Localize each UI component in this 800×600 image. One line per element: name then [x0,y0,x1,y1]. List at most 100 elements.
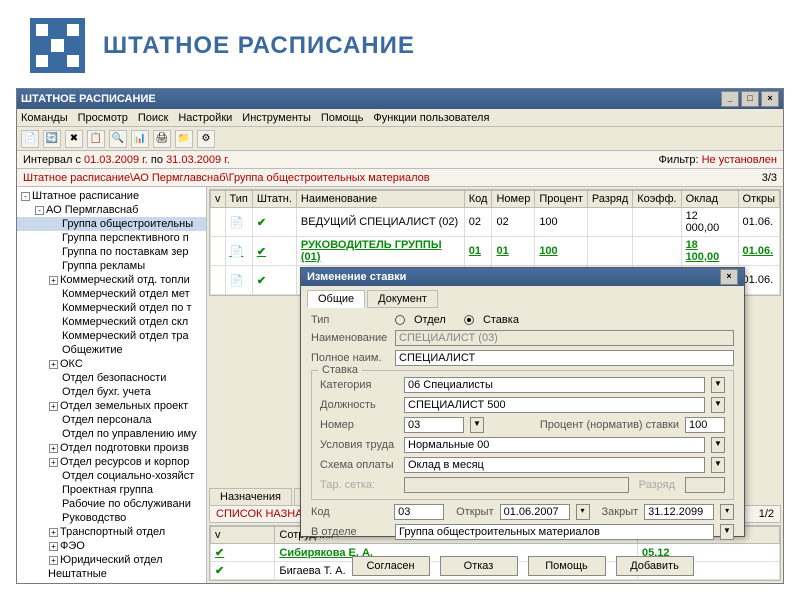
tree-node[interactable]: +Отдел подготовки произв [17,441,206,455]
tree-node[interactable]: +Транспортный отдел [17,525,206,539]
open-label: Открыт [456,506,493,518]
column-header[interactable]: Процент [535,191,588,208]
window-title: ШТАТНОЕ РАСПИСАНИЕ [21,93,156,105]
calendar-icon[interactable]: ▾ [720,504,734,520]
table-row[interactable]: 📄✔РУКОВОДИТЕЛЬ ГРУППЫ (01)010110018 100,… [211,237,780,266]
tree-node[interactable]: Группа по поставкам зер [17,245,206,259]
toolbar-button[interactable]: ✖ [65,130,83,148]
tree-node[interactable]: Коммерческий отдел скл [17,315,206,329]
tree-node[interactable]: +ОКС [17,357,206,371]
dropdown-icon[interactable]: ▼ [711,377,725,393]
tree-node[interactable]: +Отдел земельных проект [17,399,206,413]
close-date-input[interactable]: 31.12.2099 [644,504,714,520]
number-input[interactable]: 03 [404,417,464,433]
tree-node[interactable]: -АО Пермглавснаб [17,203,206,217]
toolbar-button[interactable]: 📄 [21,130,39,148]
menu-item[interactable]: Поиск [138,112,168,124]
tree-node[interactable]: +Коммерческий отд. топли [17,273,206,287]
fullname-input[interactable]: СПЕЦИАЛИСТ [395,350,734,366]
tree-node[interactable]: +Отдел ресурсов и корпор [17,455,206,469]
dialog-titlebar[interactable]: Изменение ставки × [301,268,744,286]
payment-label: Схема оплаты [320,459,398,471]
percent-input[interactable]: 100 [685,417,725,433]
dropdown-icon[interactable]: ▼ [711,437,725,453]
dropdown-icon[interactable]: ▼ [720,524,734,540]
column-header[interactable]: Штатн. [252,191,296,208]
conditions-input[interactable]: Нормальные 00 [404,437,705,453]
maximize-button[interactable]: □ [741,91,759,107]
close-label: Закрыт [596,506,639,518]
dropdown-icon[interactable]: ▼ [711,397,725,413]
menu-item[interactable]: Настройки [178,112,232,124]
titlebar[interactable]: ШТАТНОЕ РАСПИСАНИЕ _ □ × [17,89,783,109]
payment-input[interactable]: Оклад в месяц [404,457,705,473]
radio-dept[interactable] [395,315,405,325]
dropdown-icon[interactable]: ▼ [470,417,484,433]
tree-node[interactable]: Группа общестроительны [17,217,206,231]
column-header[interactable]: v [211,527,275,544]
table-row[interactable]: 📄✔ВЕДУЩИЙ СПЕЦИАЛИСТ (02)020210012 000,0… [211,208,780,237]
tree-node[interactable]: Проектная группа [17,483,206,497]
menu-item[interactable]: Инструменты [242,112,311,124]
toolbar-button[interactable]: 🔍 [109,130,127,148]
ok-button[interactable]: Согласен [352,556,430,576]
column-header[interactable]: Оклад [681,191,738,208]
tree-node[interactable]: Отдел по управлению иму [17,427,206,441]
toolbar-button[interactable]: 🔄 [43,130,61,148]
column-header[interactable]: v [211,191,226,208]
add-button[interactable]: Добавить [616,556,694,576]
tree-node[interactable]: +Юридический отдел [17,553,206,567]
help-button[interactable]: Помощь [528,556,606,576]
close-button[interactable]: × [761,91,779,107]
menu-item[interactable]: Просмотр [78,112,128,124]
toolbar-button[interactable]: ⚙ [197,130,215,148]
rate-dialog: Изменение ставки × Общие Документ Тип От… [300,267,745,537]
open-date-input[interactable]: 01.06.2007 [500,504,570,520]
column-header[interactable]: Разряд [587,191,632,208]
dialog-tab-document[interactable]: Документ [367,290,438,308]
dialog-tab-general[interactable]: Общие [307,290,365,308]
position-label: Должность [320,399,398,411]
tree-node[interactable]: Нештатные [17,567,206,581]
column-header[interactable]: Откры [738,191,779,208]
toolbar-button[interactable]: 📋 [87,130,105,148]
column-header[interactable]: Код [464,191,492,208]
category-input[interactable]: 06 Специалисты [404,377,705,393]
cancel-button[interactable]: Отказ [440,556,518,576]
calendar-icon[interactable]: ▾ [576,504,590,520]
dialog-close-button[interactable]: × [720,269,738,285]
tree-node[interactable]: Группа перспективного п [17,231,206,245]
tree-node[interactable]: Руководство [17,511,206,525]
tree-node[interactable]: Коммерческий отдел по т [17,301,206,315]
toolbar-button[interactable]: 🖨 [153,130,171,148]
column-header[interactable]: Тип [225,191,252,208]
column-header[interactable]: Наименование [296,191,464,208]
tree-node[interactable]: Коммерческий отдел тра [17,329,206,343]
tree-node[interactable]: Общежитие [17,343,206,357]
tree-node[interactable]: +ФЭО [17,539,206,553]
column-header[interactable]: Номер [492,191,535,208]
toolbar-button[interactable]: 📊 [131,130,149,148]
tab-assignments[interactable]: Назначения [209,488,292,505]
position-input[interactable]: СПЕЦИАЛИСТ 500 [404,397,705,413]
tree-node[interactable]: Отдел безопасности [17,371,206,385]
menu-item[interactable]: Команды [21,112,68,124]
dropdown-icon[interactable]: ▼ [711,457,725,473]
minimize-button[interactable]: _ [721,91,739,107]
menu-item[interactable]: Функции пользователя [373,112,489,124]
tree-node[interactable]: Отдел персонала [17,413,206,427]
tree-node[interactable]: Коммерческий отдел мет [17,287,206,301]
tree-node[interactable]: Отдел социально-хозяйст [17,469,206,483]
menu-item[interactable]: Помощь [321,112,364,124]
rank-label: Разряд [635,479,679,491]
column-header[interactable]: Коэфф. [633,191,681,208]
radio-rate[interactable] [464,315,474,325]
tree-node[interactable]: Рабочие по обслуживани [17,497,206,511]
tree-node[interactable]: Отдел бухг. учета [17,385,206,399]
code-input[interactable]: 03 [394,504,444,520]
org-tree[interactable]: -Штатное расписание-АО ПермглавснабГрупп… [17,187,207,583]
toolbar-button[interactable]: 📁 [175,130,193,148]
dept-input[interactable]: Группа общестроительных материалов [395,524,714,540]
tree-node[interactable]: Группа рекламы [17,259,206,273]
tree-node[interactable]: -Штатное расписание [17,189,206,203]
